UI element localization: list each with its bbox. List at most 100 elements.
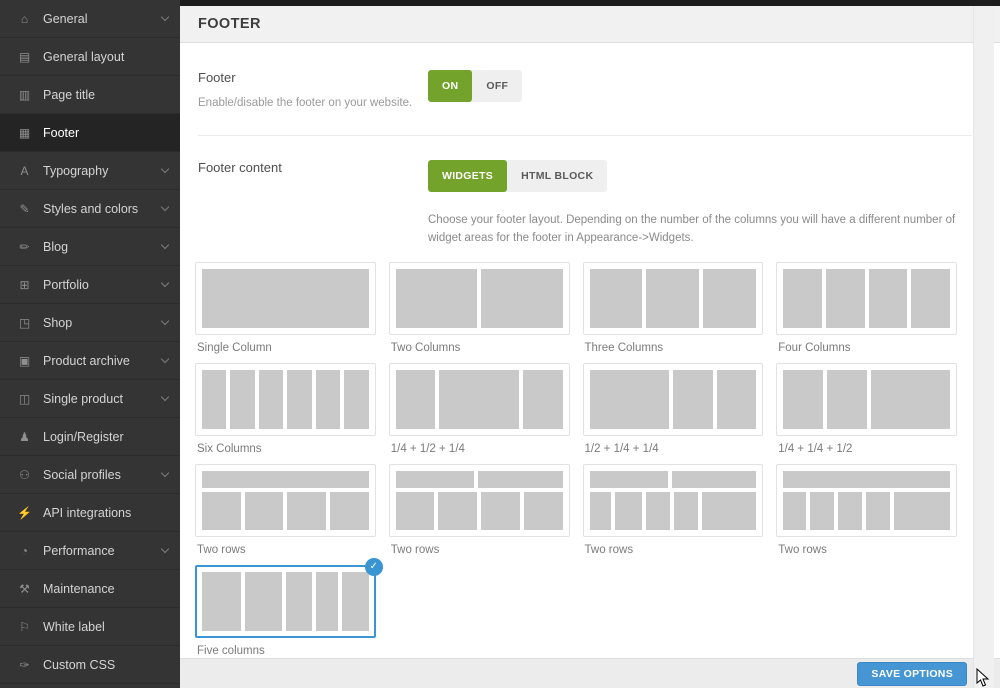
layout-option-two-rows[interactable]: Two rows xyxy=(582,463,764,556)
sidebar-item-blog[interactable]: ✏ Blog xyxy=(0,228,180,266)
layout-option-two-rows[interactable]: Two rows xyxy=(388,463,570,556)
layout-option-label: 1/2 + 1/4 + 1/4 xyxy=(584,442,659,455)
column-block xyxy=(783,470,950,488)
sidebar-item-portfolio[interactable]: ⊞ Portfolio xyxy=(0,266,180,304)
sidebar-item-custom-css[interactable]: ✑ Custom CSS xyxy=(0,646,180,684)
sidebar-item-label: General xyxy=(43,11,88,26)
footer-layout-grid: Single Column Two Columns Three Columns Fou… xyxy=(195,261,957,657)
sidebar-item-label: Social profiles xyxy=(43,467,121,482)
sidebar-item-label: Styles and colors xyxy=(43,201,139,216)
layout-option-two-columns[interactable]: Two Columns xyxy=(388,261,570,354)
column-block xyxy=(703,268,757,328)
sidebar-item-product-archive[interactable]: ▣ Product archive xyxy=(0,342,180,380)
column-block xyxy=(809,491,834,530)
sidebar-item-api-integrations[interactable]: ⚡ API integrations xyxy=(0,494,180,532)
column-block xyxy=(315,369,341,429)
column-block xyxy=(330,491,369,530)
sidebar-item-label: Custom CSS xyxy=(43,657,116,672)
layout-option-label: 1/4 + 1/2 + 1/4 xyxy=(390,442,465,455)
chevron-down-icon xyxy=(160,12,170,22)
column-block xyxy=(589,491,611,530)
layout-thumbnail xyxy=(195,362,376,436)
layout-thumbnail xyxy=(582,463,764,537)
main-content: FOOTER Footer Enable/disable the footer … xyxy=(180,6,1000,688)
layout-option-two-rows[interactable]: Two rows xyxy=(195,463,376,556)
footer-content-label: Footer content xyxy=(198,160,282,175)
column-block xyxy=(286,571,312,631)
sidebar: ⌂ General ▤ General layout ▥ Page title ▦ Foote… xyxy=(0,0,180,688)
layout-option-1-4-1-4-1-2[interactable]: 1/4 + 1/4 + 1/2 xyxy=(776,362,957,455)
column-block xyxy=(202,571,241,631)
sidebar-item-maintenance[interactable]: ⚒ Maintenance xyxy=(0,570,180,608)
layout-option-label: Three Columns xyxy=(584,341,664,354)
sidebar-item-label: API integrations xyxy=(43,505,132,520)
column-block xyxy=(202,470,369,488)
layout-option-label: Two rows xyxy=(778,543,827,556)
layout-option-label: Single Column xyxy=(197,341,272,354)
sidebar-item-general-layout[interactable]: ▤ General layout xyxy=(0,38,180,76)
layout-option-1-4-1-2-1-4[interactable]: 1/4 + 1/2 + 1/4 xyxy=(388,362,570,455)
sidebar-item-performance[interactable]: ◔ Performance xyxy=(0,532,180,570)
sidebar-item-typography[interactable]: A Typography xyxy=(0,152,180,190)
footer-content-row: Footer content WIDGETS HTML BLOCK xyxy=(180,136,972,192)
sidebar-item-single-product[interactable]: ◫ Single product xyxy=(0,380,180,418)
save-options-button[interactable]: SAVE OPTIONS xyxy=(857,661,967,686)
layout-option-six-columns[interactable]: Six Columns xyxy=(195,362,376,455)
column-block xyxy=(344,369,369,429)
footer-on-button[interactable]: ON xyxy=(428,70,473,102)
sidebar-item-page-title[interactable]: ▥ Page title xyxy=(0,76,180,114)
footer-toggle-row: Footer Enable/disable the footer on your… xyxy=(180,44,972,109)
layout-option-three-columns[interactable]: Three Columns xyxy=(582,261,764,354)
layout-option-1-2-1-4-1-4[interactable]: 1/2 + 1/4 + 1/4 xyxy=(582,362,764,455)
chevron-down-icon xyxy=(160,164,170,174)
thumbnail-row xyxy=(202,470,369,488)
column-block xyxy=(645,491,670,530)
column-block xyxy=(244,491,284,530)
product-icon: ◫ xyxy=(18,391,31,406)
column-block xyxy=(244,571,283,631)
sidebar-item-styles-and-colors[interactable]: ✎ Styles and colors xyxy=(0,190,180,228)
sidebar-item-footer[interactable]: ▦ Footer xyxy=(0,114,180,152)
layout-option-four-columns[interactable]: Four Columns xyxy=(776,261,957,354)
user-icon: ♟ xyxy=(19,429,30,444)
scrollbar[interactable] xyxy=(973,6,994,688)
layout-thumbnail xyxy=(582,362,764,436)
column-block xyxy=(202,369,227,429)
mouse-cursor-icon xyxy=(976,668,990,687)
column-block xyxy=(395,491,435,530)
sidebar-item-social-profiles[interactable]: ⚇ Social profiles xyxy=(0,456,180,494)
footer-toggle-label: Footer xyxy=(198,70,236,85)
chevron-down-icon xyxy=(160,392,170,402)
thumbnail-row xyxy=(783,491,951,530)
thumbnail-row xyxy=(783,369,950,429)
layout-option-single-column[interactable]: Single Column xyxy=(195,261,376,354)
html-block-button[interactable]: HTML BLOCK xyxy=(507,160,607,192)
footer-content-toggle: WIDGETS HTML BLOCK xyxy=(428,160,608,192)
layout-option-label: Two rows xyxy=(390,543,440,556)
column-block xyxy=(438,491,478,530)
sidebar-item-login-register[interactable]: ♟ Login/Register xyxy=(0,418,180,456)
column-block xyxy=(866,491,891,530)
sidebar-item-shop[interactable]: ◳ Shop xyxy=(0,304,180,342)
widgets-button[interactable]: WIDGETS xyxy=(428,160,508,192)
layout-option-two-rows[interactable]: Two rows xyxy=(776,463,957,556)
column-block xyxy=(258,369,284,429)
column-block xyxy=(868,268,908,328)
layout-option-label: Five columns xyxy=(197,644,265,657)
typography-icon: A xyxy=(20,163,29,178)
layout-option-five-columns[interactable]: ✓ Five columns xyxy=(195,557,383,657)
thumbnail-row xyxy=(395,491,563,530)
footer-off-button[interactable]: OFF xyxy=(472,70,522,102)
settings-panel: Footer Enable/disable the footer on your… xyxy=(180,44,1000,658)
blog-icon: ✏ xyxy=(19,239,30,254)
column-block xyxy=(477,470,563,488)
thumbnail-row xyxy=(202,571,369,631)
thumbnail-row xyxy=(395,470,563,488)
column-block xyxy=(673,491,698,530)
sidebar-item-label: Login/Register xyxy=(43,429,124,444)
home-icon: ⌂ xyxy=(20,11,29,26)
sidebar-item-white-label[interactable]: ⚐ White label xyxy=(0,608,180,646)
sidebar-item-general[interactable]: ⌂ General xyxy=(0,0,180,38)
layout-thumbnail xyxy=(776,261,957,335)
sidebar-item-label: Single product xyxy=(43,391,123,406)
